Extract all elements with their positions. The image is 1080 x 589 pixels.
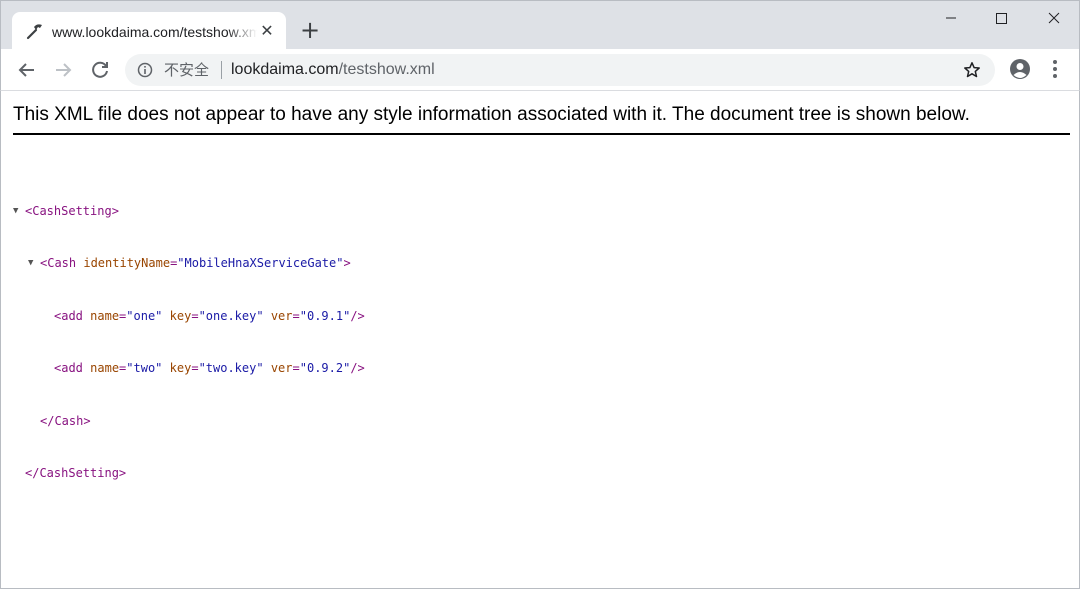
info-icon[interactable] [137,62,153,78]
collapse-toggle-icon[interactable]: ▼ [28,255,38,273]
xml-line-add-2: <add name="two" key="two.key" ver="0.9.2… [54,361,365,375]
window-close-button[interactable] [1031,1,1077,35]
tab-title-fade [227,20,257,42]
xml-tree: ▼ <CashSetting> ▼ <Cash identityName="Mobi… [13,150,365,500]
xml-attr-value: "one.key" [198,308,264,323]
reload-icon[interactable] [88,58,112,82]
address-separator [221,61,222,79]
back-arrow-icon[interactable] [15,58,39,82]
tab-close-icon[interactable]: ✕ [258,22,276,40]
url-path: /testshow.xml [338,61,435,78]
address-bar[interactable]: 不安全 lookdaima.com/testshow.xml [125,54,995,86]
bookmark-star-icon[interactable] [963,61,981,79]
xml-attr-name: name [90,361,120,375]
browser-tab[interactable]: www.lookdaima.com/testshow.xml ✕ [12,12,286,50]
xml-attr-name: identityName [83,256,171,270]
xml-line-add-1: <add name="one" key="one.key" ver="0.9.1… [54,308,365,323]
xml-attr-name: ver [270,308,293,323]
window-minimize-button[interactable] [928,1,974,35]
xml-attr-value: "two" [126,361,163,375]
xml-tag: <Cash [40,256,77,270]
security-label[interactable]: 不安全 [164,61,209,79]
new-tab-button[interactable]: + [298,18,322,43]
xml-tag-end: /> [350,308,365,323]
xml-tag: </CashSetting> [25,466,127,480]
xml-line-cash-open: ▼ <Cash identityName="MobileHnaXServiceGa… [13,238,351,270]
xml-attr-value: "0.9.2" [299,361,351,375]
xml-tag-end: > [343,256,351,270]
url-host: lookdaima.com [231,61,339,78]
xml-attr-value: "one" [126,308,163,323]
collapse-toggle-icon[interactable]: ▼ [13,203,23,221]
xml-attr-name: ver [270,361,293,375]
xml-tag: <add [54,308,83,323]
xml-line-root-close: </CashSetting> [13,448,126,480]
xml-attr-name: key [169,361,192,375]
xml-attr-value: "0.9.1" [299,308,351,323]
xml-line-cash-close: </Cash> [13,395,91,428]
xml-attr-value: "MobileHnaXServiceGate" [177,256,344,270]
xml-attr-name: name [90,308,120,323]
window-maximize-button[interactable] [978,1,1024,35]
page-content: This XML file does not appear to have an… [0,91,1080,589]
xml-tag: </Cash> [40,413,91,428]
profile-avatar-icon[interactable] [1009,58,1031,80]
xml-tag: <CashSetting> [25,203,119,218]
xml-tag: <add [54,361,83,375]
xml-attr-name: key [169,308,192,323]
forward-arrow-icon[interactable] [51,58,75,82]
xml-style-notice: This XML file does not appear to have an… [13,103,1070,135]
browser-toolbar: 不安全 lookdaima.com/testshow.xml [0,49,1080,91]
title-bar: www.lookdaima.com/testshow.xml ✕ + [0,0,1080,50]
url-text[interactable]: lookdaima.com/testshow.xml [231,61,435,79]
xml-line-root-open: ▼ <CashSetting> [13,185,119,218]
xml-attr-value: "two.key" [198,361,264,375]
tools-icon [26,22,44,40]
xml-tag-end: /> [350,361,365,375]
more-menu-icon[interactable] [1047,58,1063,80]
